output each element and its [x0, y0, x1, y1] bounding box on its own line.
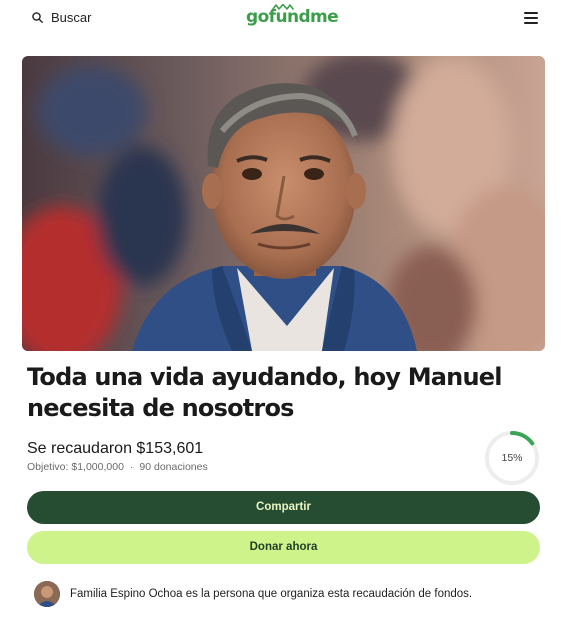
- search-icon: [32, 12, 43, 23]
- campaign-hero-image: [22, 56, 545, 351]
- organizer-row: Familia Espino Ochoa es la persona que o…: [34, 581, 472, 607]
- portrait-photo: [22, 56, 545, 351]
- donation-count: 90 donaciones: [139, 461, 208, 473]
- campaign-title: Toda una vida ayudando, hoy Manuel neces…: [27, 363, 502, 422]
- search-label: Buscar: [51, 10, 92, 25]
- organizer-text: Familia Espino Ochoa es la persona que o…: [70, 588, 473, 600]
- search-button[interactable]: Buscar: [32, 10, 91, 25]
- organizer-avatar[interactable]: [34, 581, 60, 607]
- progress-percent: 15%: [501, 452, 523, 464]
- amount-raised: Se recaudaron $153,601: [27, 440, 204, 457]
- gofundme-logo[interactable]: gofundme: [246, 7, 339, 27]
- top-bar: Buscar gofundme: [0, 0, 578, 40]
- goal-amount: Objetivo: $1,000,000: [27, 461, 124, 473]
- share-button[interactable]: Compartir: [27, 491, 540, 524]
- campaign-meta: Objetivo: $1,000,000 · 90 donaciones: [27, 461, 208, 473]
- hamburger-menu-icon[interactable]: [524, 12, 538, 24]
- meta-separator: ·: [129, 461, 134, 473]
- donate-button[interactable]: Donar ahora: [27, 531, 540, 564]
